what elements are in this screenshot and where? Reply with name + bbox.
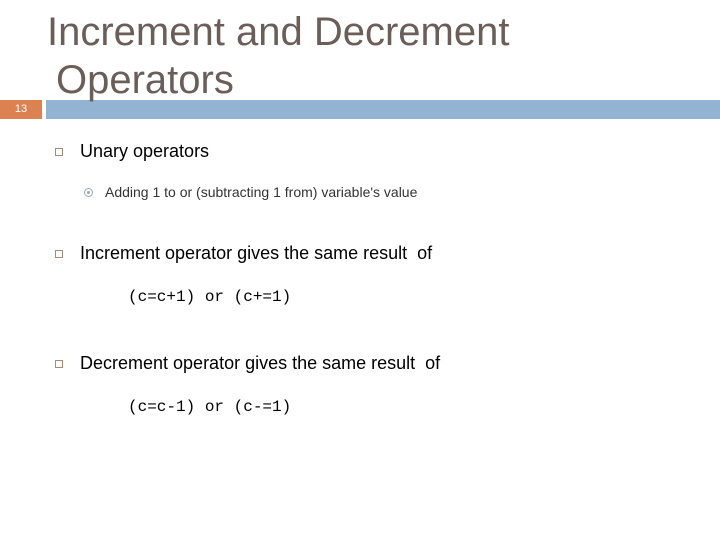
sub-bullet-text: Adding 1 to or (subtracting 1 from) vari… (105, 184, 418, 200)
bullet-text: Unary operators (80, 141, 210, 161)
bullet-decrement-operator: Decrement operator gives the same result… (55, 353, 440, 374)
slide-title: Increment and Decrement Operators (47, 8, 647, 104)
square-bullet-icon (55, 147, 63, 156)
decrement-code-example: (c=c-1) or (c-=1) (128, 398, 292, 416)
square-bullet-icon (55, 359, 63, 368)
sub-bullet-adding-one: Adding 1 to or (subtracting 1 from) vari… (84, 184, 417, 200)
bullet-text: Increment operator gives the same result… (80, 243, 433, 263)
slide-title-line2: Operators (56, 58, 234, 102)
bullet-increment-operator: Increment operator gives the same result… (55, 243, 432, 264)
bullet-text: Decrement operator gives the same result… (80, 353, 441, 373)
bullet-unary-operators: Unary operators (55, 141, 209, 162)
circle-bullet-icon (84, 187, 93, 197)
slide-title-line1: Increment and Decrement (47, 10, 510, 54)
slide-number: 13 (0, 100, 42, 119)
square-bullet-icon (55, 249, 63, 258)
increment-code-example: (c=c+1) or (c+=1) (128, 288, 292, 306)
